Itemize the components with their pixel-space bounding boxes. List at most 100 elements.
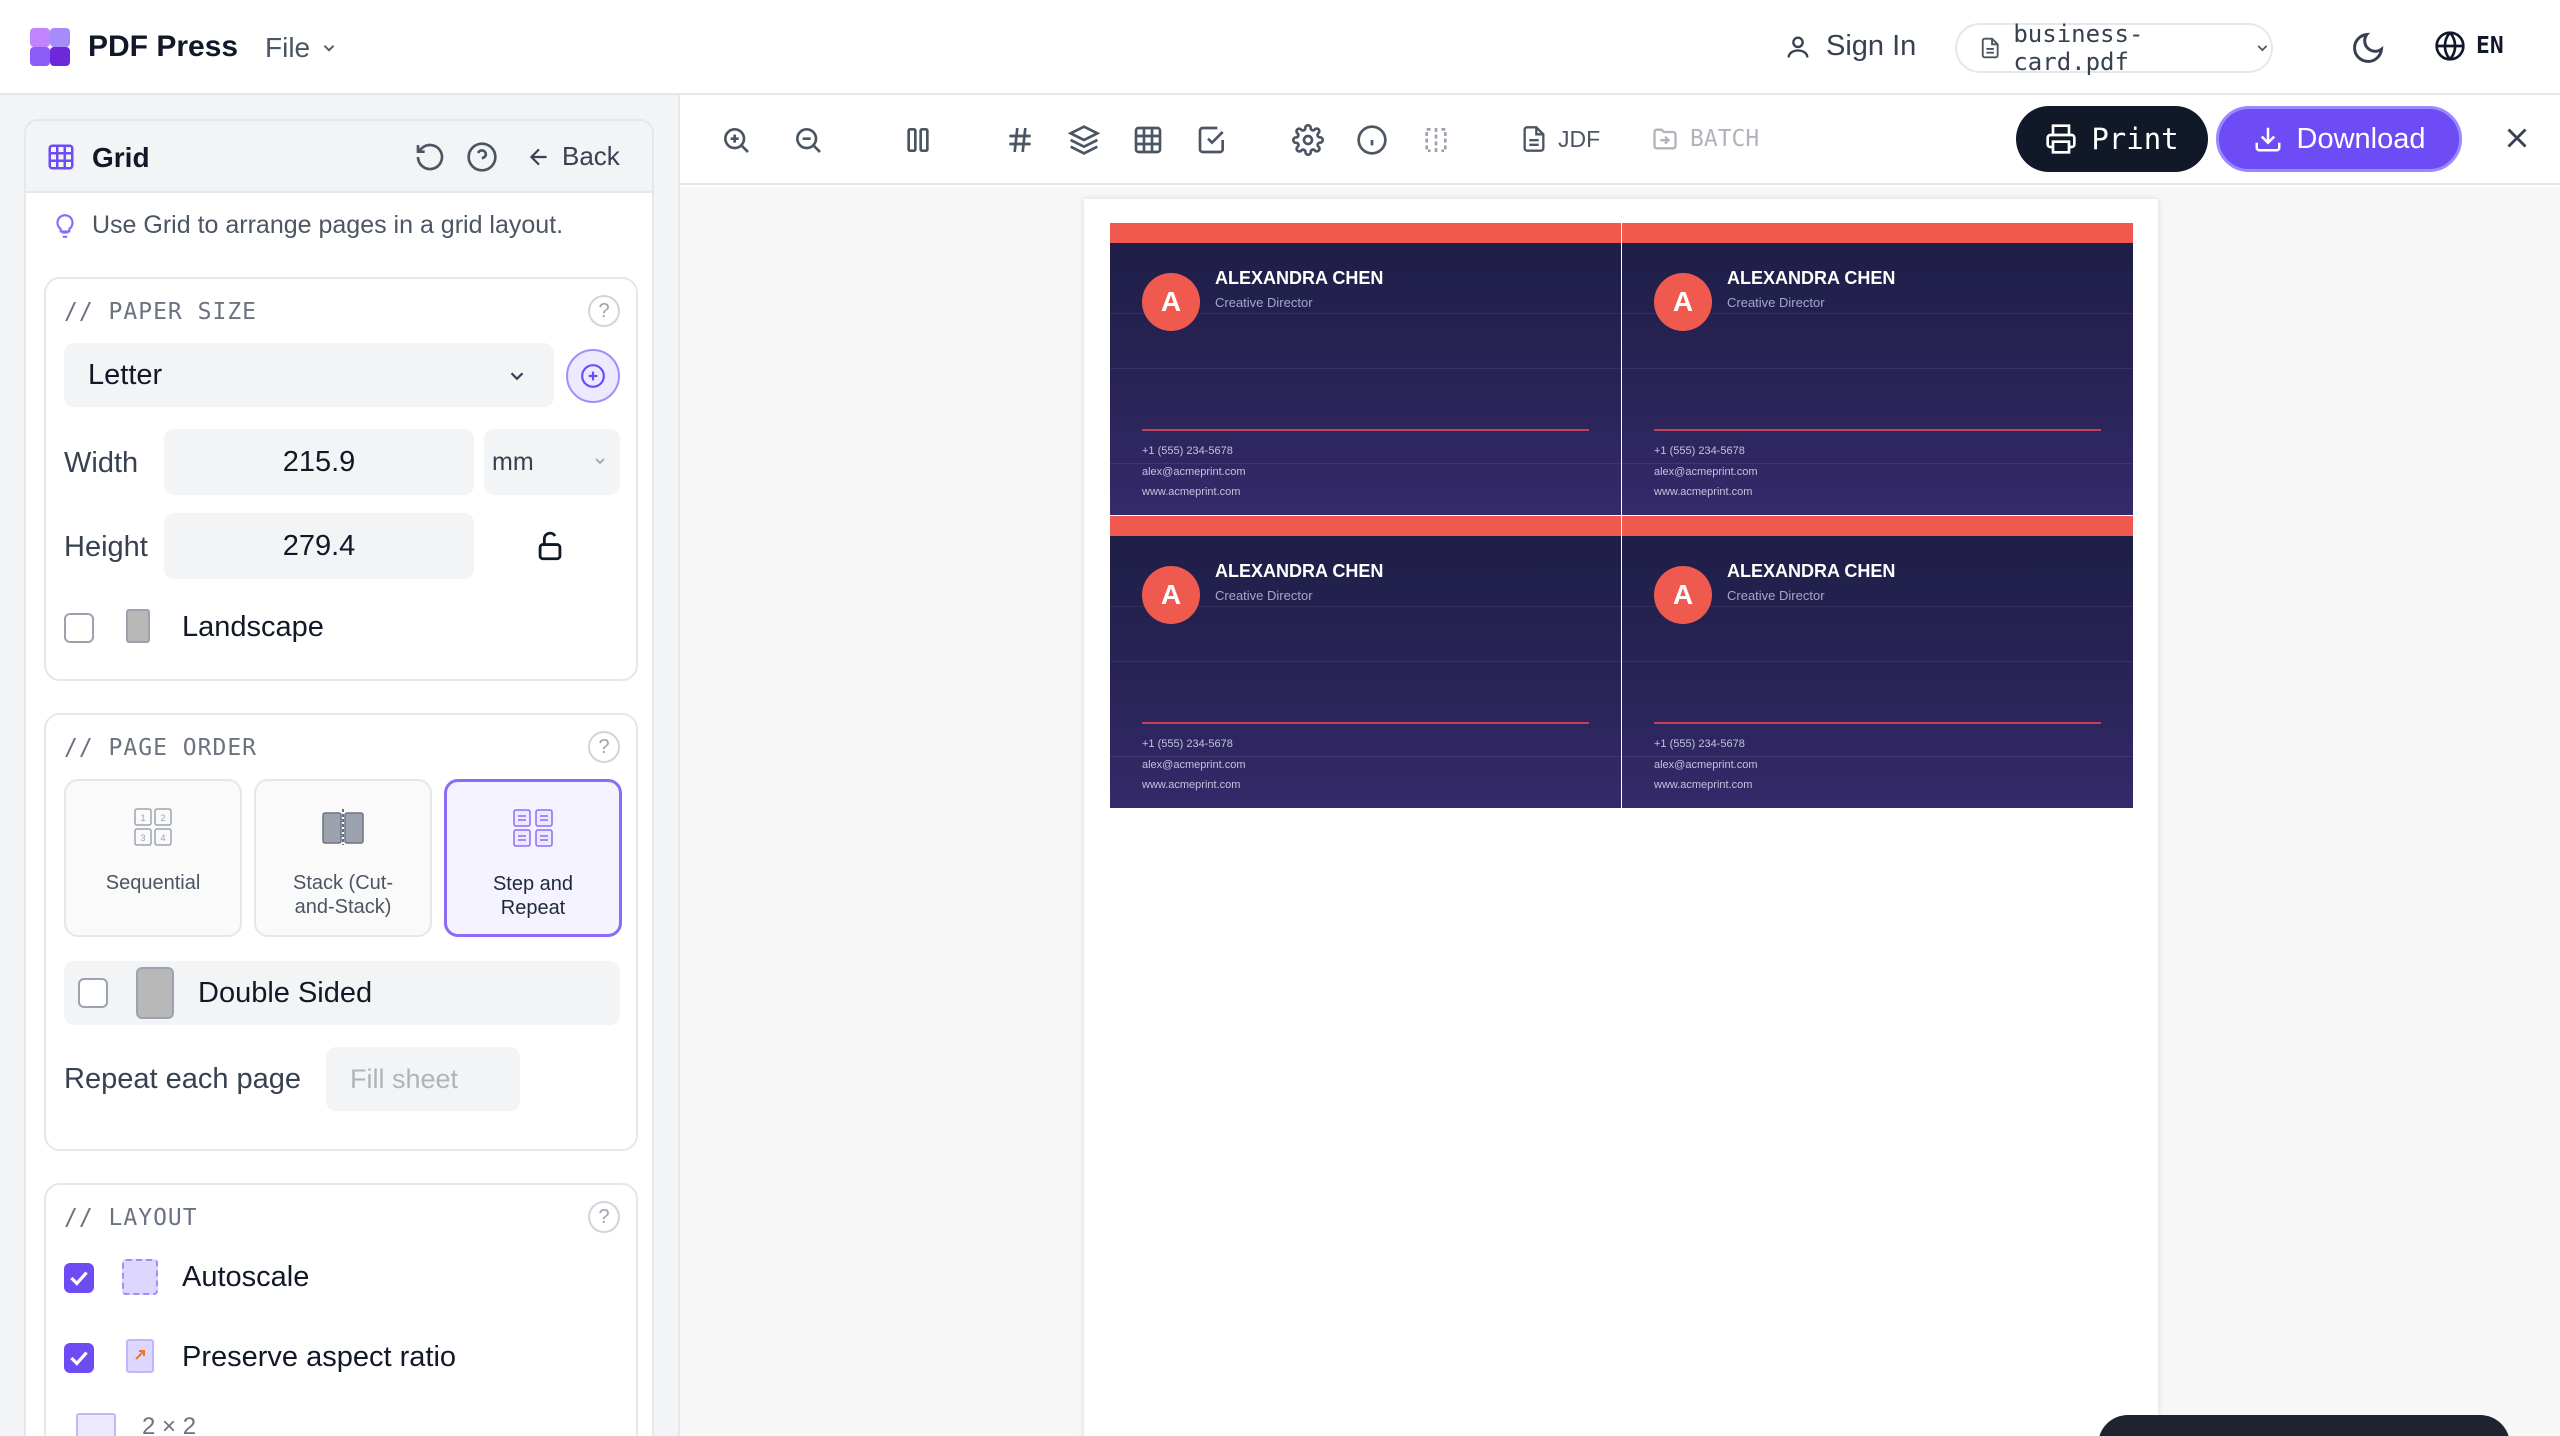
printer-icon	[2046, 124, 2077, 154]
card-name: ALEXANDRA CHEN	[1727, 268, 1896, 288]
unit-value: mm	[492, 448, 534, 476]
aspect-ratio-icon	[126, 1339, 154, 1373]
chevron-down-icon	[323, 45, 335, 52]
card-role: Creative Director	[1215, 295, 1313, 310]
download-button[interactable]: Download	[2216, 106, 2462, 172]
card-email: alex@acmeprint.com	[1142, 759, 1246, 771]
card-avatar: A	[1142, 566, 1200, 624]
app-name: PDF Press	[88, 30, 239, 63]
card-divider	[1142, 429, 1589, 431]
help-icon[interactable]: ?	[588, 1201, 620, 1233]
help-icon[interactable]: ?	[588, 295, 620, 327]
tip-text: Use Grid to arrange pages in a grid layo…	[92, 211, 564, 239]
file-menu-label: File	[265, 32, 311, 63]
stack-icon	[322, 809, 364, 845]
card-website: www.acmeprint.com	[1142, 486, 1241, 498]
double-sided-row[interactable]: Double Sided	[64, 961, 620, 1025]
preserve-ratio-label: Preserve aspect ratio	[182, 1341, 457, 1373]
card-divider	[1142, 722, 1589, 724]
file-selector[interactable]: business-card.pdf	[1955, 20, 2273, 76]
height-input[interactable]: 279.4	[164, 513, 474, 579]
order-step-repeat-option[interactable]: Step and Repeat	[444, 779, 622, 937]
order-option-label: and-Stack)	[294, 896, 392, 918]
info-icon[interactable]	[1356, 124, 1388, 156]
grid-size-label: 2 × 2	[142, 1413, 197, 1436]
card-avatar: A	[1654, 273, 1712, 331]
user-icon	[1787, 36, 1809, 58]
autoscale-checkbox[interactable]	[64, 1263, 94, 1293]
zoom-out-icon[interactable]	[792, 124, 824, 156]
unlock-icon[interactable]	[533, 529, 567, 563]
split-icon[interactable]	[1420, 124, 1452, 156]
file-menu[interactable]: File	[265, 32, 338, 64]
paper-size-section: // PAPER SIZE ? Letter Width 215.9 mm He…	[44, 277, 638, 681]
paper-size-value: Letter	[88, 359, 163, 391]
jdf-label: JDF	[1558, 125, 1601, 152]
chevron-down-icon	[2257, 45, 2268, 52]
double-sided-checkbox[interactable]	[78, 978, 108, 1008]
layers-icon[interactable]	[1068, 124, 1100, 156]
step-repeat-icon	[513, 809, 553, 847]
floating-toast	[2098, 1415, 2510, 1436]
tool-tip: Use Grid to arrange pages in a grid layo…	[52, 211, 563, 240]
language-selector[interactable]: EN	[2434, 30, 2504, 62]
order-stack-option[interactable]: Stack (Cut- and-Stack)	[254, 779, 432, 937]
svg-text:3: 3	[140, 833, 145, 843]
print-button[interactable]: Print	[2016, 106, 2208, 172]
download-icon	[2255, 127, 2280, 152]
card-name: ALEXANDRA CHEN	[1215, 561, 1384, 581]
check-icon	[70, 1351, 88, 1366]
grid-icon[interactable]	[1132, 124, 1164, 156]
settings-icon[interactable]	[1292, 124, 1324, 156]
panel-title: Grid	[92, 142, 150, 173]
add-paper-size-button[interactable]	[566, 349, 620, 403]
landscape-checkbox[interactable]	[64, 613, 94, 643]
svg-text:1: 1	[140, 813, 145, 823]
order-sequential-option[interactable]: 1 2 3 4 Sequential	[64, 779, 242, 937]
dark-mode-icon[interactable]	[2350, 30, 2386, 66]
order-option-label: Sequential	[105, 872, 201, 894]
svg-text:4: 4	[160, 833, 165, 843]
business-card: A ALEXANDRA CHEN Creative Director +1 (5…	[1110, 516, 1621, 808]
arrow-left-icon	[529, 148, 547, 165]
paper-size-select[interactable]: Letter	[64, 343, 554, 407]
paper-size-title: // PAPER SIZE	[64, 299, 258, 325]
height-label: Height	[64, 531, 148, 563]
width-label: Width	[64, 447, 139, 479]
width-input[interactable]: 215.9	[164, 429, 474, 495]
download-label: Download	[2296, 122, 2426, 155]
preserve-ratio-checkbox[interactable]	[64, 1343, 94, 1373]
batch-button[interactable]: BATCH	[1650, 125, 1759, 153]
grid-icon	[48, 144, 74, 170]
autoscale-icon	[122, 1259, 158, 1295]
card-role: Creative Director	[1727, 295, 1825, 310]
close-icon[interactable]	[2500, 121, 2534, 155]
card-top-bar	[1622, 223, 2133, 243]
jdf-button[interactable]: JDF	[1520, 125, 1600, 153]
sign-in-button[interactable]: Sign In	[1784, 30, 1916, 63]
sidebar: Grid Back Use Grid to arrange pages in a…	[0, 95, 680, 1436]
file-icon	[1523, 126, 1545, 152]
panel-header: Grid Back	[26, 121, 652, 193]
check-square-icon[interactable]	[1196, 124, 1228, 156]
help-icon[interactable]: ?	[588, 731, 620, 763]
lightbulb-icon	[56, 213, 74, 238]
unit-select[interactable]: mm	[484, 429, 620, 495]
columns-icon[interactable]	[902, 124, 934, 156]
back-button[interactable]: Back	[526, 141, 620, 172]
help-circle-icon[interactable]	[466, 141, 498, 173]
repeat-label: Repeat each page	[64, 1063, 302, 1095]
hash-icon[interactable]	[1004, 124, 1036, 156]
back-label: Back	[562, 141, 620, 171]
order-option-label: Step and	[492, 873, 574, 895]
card-role: Creative Director	[1727, 588, 1825, 603]
reset-icon[interactable]	[414, 141, 446, 173]
zoom-in-icon[interactable]	[720, 124, 752, 156]
preview-canvas[interactable]: A ALEXANDRA CHEN Creative Director +1 (5…	[680, 187, 2560, 1436]
card-website: www.acmeprint.com	[1142, 779, 1241, 791]
card-name: ALEXANDRA CHEN	[1727, 561, 1896, 581]
repeat-input[interactable]: Fill sheet	[326, 1047, 520, 1111]
card-role: Creative Director	[1215, 588, 1313, 603]
plus-circle-icon	[581, 364, 605, 388]
business-card: A ALEXANDRA CHEN Creative Director +1 (5…	[1622, 516, 2133, 808]
